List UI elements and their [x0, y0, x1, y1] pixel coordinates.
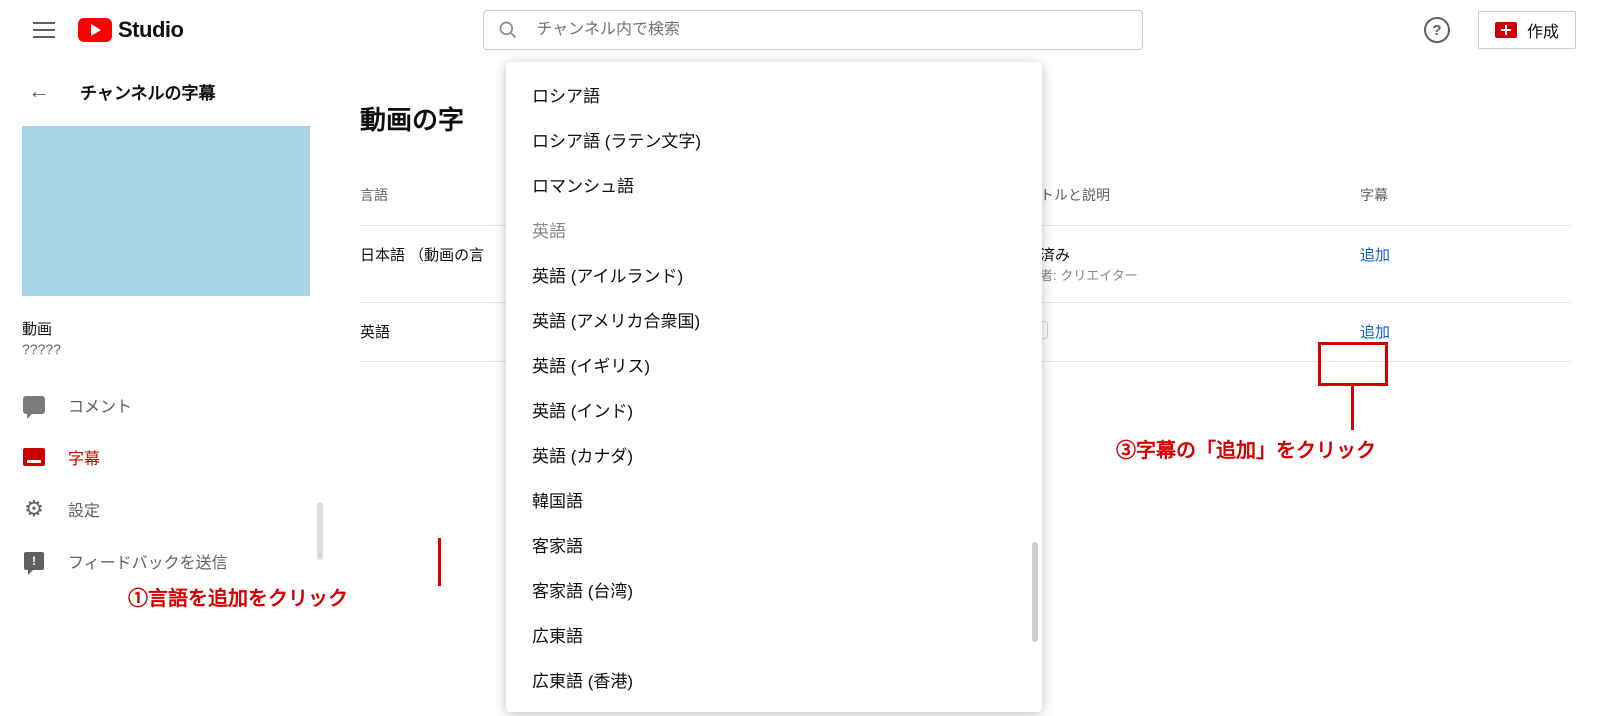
dropdown-option[interactable]: ロシア語 — [506, 72, 1042, 117]
column-subtitle: 字幕 — [1360, 185, 1570, 205]
annotation-1: ①言語を追加をクリック — [128, 582, 348, 611]
sidebar: ← チャンネルの字幕 動画 ????? コメント 字幕 ⚙ 設定 ! フィードバ… — [0, 60, 330, 716]
subtitle-add-link[interactable]: 追加 — [1360, 324, 1390, 341]
hamburger-menu-button[interactable] — [24, 10, 64, 50]
sidebar-item-feedback[interactable]: ! フィードバックを送信 — [0, 535, 330, 587]
create-button-label: 作成 — [1527, 18, 1559, 42]
sidebar-item-label: コメント — [68, 393, 132, 417]
sidebar-video-heading: 動画 — [0, 318, 330, 339]
column-title-desc: トルと説明 — [1040, 185, 1360, 205]
dropdown-option[interactable]: 韓国語 — [506, 477, 1042, 522]
create-button[interactable]: 作成 — [1478, 11, 1576, 49]
annotation-connector-1 — [438, 538, 441, 586]
subtitles-icon — [22, 445, 46, 469]
help-icon[interactable]: ? — [1424, 17, 1450, 43]
dropdown-option[interactable]: 客家語 (台湾) — [506, 567, 1042, 612]
dropdown-option[interactable]: 英語 (アイルランド) — [506, 252, 1042, 297]
subtitle-add-link[interactable]: 追加 — [1360, 247, 1390, 264]
header-bar: Studio ? 作成 — [0, 0, 1600, 60]
video-thumbnail[interactable] — [22, 126, 310, 296]
sidebar-item-label: 字幕 — [68, 445, 100, 469]
search-input[interactable] — [536, 21, 1128, 39]
dropdown-option[interactable]: 広東語 (香港) — [506, 657, 1042, 702]
sidebar-item-comments[interactable]: コメント — [0, 379, 330, 431]
dropdown-option[interactable]: 英語 (イギリス) — [506, 342, 1042, 387]
sidebar-title: チャンネルの字幕 — [80, 79, 216, 104]
comment-icon — [22, 393, 46, 417]
sidebar-video-name: ????? — [0, 339, 330, 379]
logo-text: Studio — [118, 17, 183, 43]
studio-logo[interactable]: Studio — [78, 17, 183, 43]
sidebar-item-subtitles[interactable]: 字幕 — [0, 431, 330, 483]
dropdown-option[interactable]: 客家語 — [506, 522, 1042, 567]
create-plus-icon — [1495, 22, 1517, 38]
annotation-3: ③字幕の「追加」をクリック — [1116, 434, 1376, 463]
cell-status — [1040, 321, 1360, 343]
search-icon — [498, 20, 518, 40]
annotation-connector-3 — [1351, 386, 1354, 430]
back-arrow-icon[interactable]: ← — [28, 78, 50, 104]
sidebar-item-label: 設定 — [68, 497, 100, 521]
feedback-icon: ! — [22, 549, 46, 573]
gear-icon: ⚙ — [22, 497, 46, 521]
dropdown-option[interactable]: 英語 (アメリカ合衆国) — [506, 297, 1042, 342]
cell-status: 済み 者: クリエイター — [1040, 244, 1360, 284]
youtube-play-icon — [78, 18, 112, 42]
dropdown-option[interactable]: ロマンシュ語 — [506, 162, 1042, 207]
dropdown-option[interactable]: 英語 (インド) — [506, 387, 1042, 432]
dropdown-scrollbar[interactable] — [1032, 542, 1038, 642]
sidebar-scrollbar[interactable] — [317, 502, 323, 560]
language-dropdown[interactable]: ロシア語ロシア語 (ラテン文字)ロマンシュ語英語英語 (アイルランド)英語 (ア… — [506, 62, 1042, 712]
dropdown-option[interactable]: ロシア語 (ラテン文字) — [506, 117, 1042, 162]
search-field[interactable] — [483, 10, 1143, 50]
dropdown-option[interactable]: 英語 (カナダ) — [506, 432, 1042, 477]
annotation-box-3 — [1318, 342, 1388, 386]
dropdown-option[interactable]: 広東語 — [506, 612, 1042, 657]
dropdown-option[interactable]: 英語 — [506, 207, 1042, 252]
sidebar-item-label: フィードバックを送信 — [68, 549, 228, 573]
sidebar-item-settings[interactable]: ⚙ 設定 — [0, 483, 330, 535]
